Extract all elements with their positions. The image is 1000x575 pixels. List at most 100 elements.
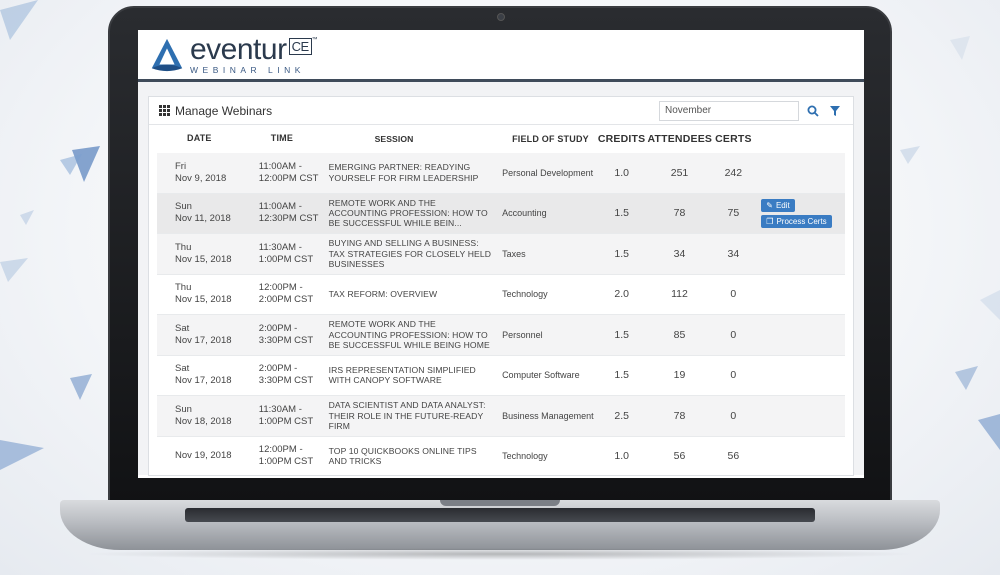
month-filter-input[interactable] bbox=[659, 100, 799, 121]
logo-badge: CE bbox=[288, 37, 312, 55]
attendees-cell: 78 bbox=[673, 409, 686, 422]
date-label: Nov 17, 2018 bbox=[175, 375, 232, 387]
webinars-table: DATE TIME SESSION FIELD OF STUDY CREDITS… bbox=[149, 125, 853, 476]
certs-cell: 34 bbox=[727, 247, 740, 260]
process-certs-button[interactable]: ❐ Process Certs bbox=[761, 214, 832, 228]
credits-cell: 1.5 bbox=[614, 247, 629, 260]
day-label: Fri bbox=[175, 160, 187, 172]
date-cell: Thu Nov 15, 2018 bbox=[157, 282, 243, 306]
attendees-cell: 56 bbox=[673, 450, 686, 463]
session-cell: Remote Work and the Accounting Professio… bbox=[328, 197, 488, 229]
manage-webinars-panel: Manage Webinars DATE TIME SESSION bbox=[148, 96, 854, 476]
day-label: Sat bbox=[175, 322, 190, 334]
time-cell: 2:00PM - 3:30PM CST bbox=[258, 363, 314, 387]
attendees-cell: 78 bbox=[673, 207, 686, 220]
table-row[interactable]: Sun Nov 11, 2018 11:00AM - 12:30PM CST Re… bbox=[157, 193, 845, 234]
table-row[interactable]: Sat Nov 17, 2018 2:00PM - 3:30PM CST Remo… bbox=[157, 315, 845, 356]
certs-cell: 0 bbox=[730, 369, 737, 382]
certs-cell: 0 bbox=[730, 328, 737, 341]
table-row[interactable]: Sat Nov 17, 2018 2:00PM - 3:30PM CST IRS … bbox=[157, 356, 845, 396]
field-cell: Personnel bbox=[502, 329, 543, 340]
day-label: Sun bbox=[175, 201, 192, 213]
grid-icon bbox=[159, 105, 170, 116]
time-cell: 11:30AM - 1:00PM CST bbox=[258, 403, 314, 427]
time-cell: 11:30AM - 1:00PM CST bbox=[258, 241, 314, 265]
attendees-cell: 112 bbox=[671, 288, 688, 301]
field-cell: Computer Software bbox=[502, 370, 580, 381]
date-label: Nov 17, 2018 bbox=[175, 334, 232, 346]
header-time[interactable]: TIME bbox=[243, 133, 319, 144]
header-date[interactable]: DATE bbox=[157, 133, 243, 144]
table-row[interactable]: Thu Nov 15, 2018 11:30AM - 1:00PM CST Buy… bbox=[157, 234, 845, 275]
copy-icon: ❐ bbox=[766, 216, 774, 226]
credits-cell: 1.0 bbox=[614, 166, 629, 179]
time-cell: 11:00AM - 12:30PM CST bbox=[258, 201, 319, 225]
date-label: Nov 15, 2018 bbox=[175, 253, 232, 265]
credits-cell: 2.5 bbox=[614, 409, 629, 422]
credits-cell: 1.5 bbox=[614, 369, 629, 382]
field-cell: Personal Development bbox=[502, 167, 594, 178]
session-cell: Emerging Partner: Readying Yourself for … bbox=[328, 162, 479, 183]
date-label: Nov 18, 2018 bbox=[175, 415, 232, 427]
day-label: Thu bbox=[175, 241, 192, 253]
panel-title: Manage Webinars bbox=[175, 103, 273, 118]
laptop-hinge bbox=[440, 500, 560, 506]
date-cell: Nov 19, 2018 bbox=[157, 450, 243, 462]
field-cell: Business Management bbox=[502, 410, 594, 421]
credits-cell: 1.5 bbox=[614, 207, 629, 220]
webcam-icon bbox=[497, 13, 505, 21]
header-session[interactable]: SESSION bbox=[319, 134, 497, 144]
date-cell: Sun Nov 18, 2018 bbox=[157, 404, 243, 428]
date-label: Nov 9, 2018 bbox=[175, 172, 227, 184]
certs-cell: 0 bbox=[730, 409, 737, 422]
header-attendees[interactable]: ATTENDEES bbox=[648, 133, 712, 145]
eventur-logo-icon[interactable] bbox=[148, 36, 186, 74]
filter-group bbox=[659, 100, 843, 121]
field-cell: Technology bbox=[502, 289, 548, 300]
certs-cell: 0 bbox=[730, 288, 737, 301]
day-label: Thu bbox=[175, 282, 192, 294]
logo-trademark: ™ bbox=[311, 36, 318, 43]
laptop-screen: eventur CE ™ WEBINAR LINK Manage Webinar… bbox=[138, 30, 864, 478]
logo-word: eventur bbox=[190, 32, 287, 66]
session-cell: Remote Work and the Accounting Professio… bbox=[328, 319, 490, 350]
date-cell: Sun Nov 11, 2018 bbox=[157, 201, 243, 225]
table-row[interactable]: Thu Nov 15, 2018 12:00PM - 2:00PM CST Tax… bbox=[157, 275, 845, 315]
day-label: Sat bbox=[175, 363, 190, 375]
attendees-cell: 34 bbox=[673, 247, 686, 260]
time-cell: 11:00AM - 12:00PM CST bbox=[258, 160, 319, 184]
laptop-shadow bbox=[80, 548, 920, 560]
attendees-cell: 251 bbox=[670, 166, 689, 179]
logo-text: eventur CE ™ WEBINAR LINK bbox=[190, 32, 318, 75]
search-icon[interactable] bbox=[805, 103, 821, 119]
header-credits[interactable]: CREDITS bbox=[596, 133, 648, 145]
logo-subtitle: WEBINAR LINK bbox=[190, 64, 305, 75]
field-cell: Taxes bbox=[502, 248, 526, 259]
app-header: eventur CE ™ WEBINAR LINK bbox=[138, 30, 864, 82]
header-field-of-study[interactable]: FIELD OF STUDY bbox=[496, 134, 596, 144]
date-cell: Thu Nov 15, 2018 bbox=[157, 242, 243, 266]
edit-button-label: Edit bbox=[775, 200, 790, 210]
session-cell: Tax Reform: Overview bbox=[328, 289, 438, 300]
table-row[interactable]: Nov 19, 2018 12:00PM - 1:00PM CST Top 10… bbox=[157, 437, 845, 476]
credits-cell: 2.0 bbox=[614, 288, 629, 301]
date-cell: Sat Nov 17, 2018 bbox=[157, 363, 243, 387]
edit-button[interactable]: ✎ Edit bbox=[761, 198, 795, 212]
time-cell: 12:00PM - 1:00PM CST bbox=[258, 444, 314, 468]
session-cell: Top 10 QuickBooks Online Tips and Tricks bbox=[328, 445, 477, 467]
actions-cell: ✎ Edit ❐ Process Certs bbox=[755, 198, 845, 228]
date-cell: Sat Nov 17, 2018 bbox=[157, 323, 243, 347]
day-label: Sun bbox=[175, 403, 192, 415]
filter-icon[interactable] bbox=[827, 103, 843, 119]
table-row[interactable]: Fri Nov 9, 2018 11:00AM - 12:00PM CST Eme… bbox=[157, 153, 845, 194]
attendees-cell: 85 bbox=[673, 328, 686, 341]
date-label: Nov 19, 2018 bbox=[175, 450, 232, 462]
table-header-row: DATE TIME SESSION FIELD OF STUDY CREDITS… bbox=[157, 125, 845, 153]
panel-header: Manage Webinars bbox=[149, 97, 853, 125]
app-body: Manage Webinars DATE TIME SESSION bbox=[138, 82, 864, 476]
field-cell: Technology bbox=[502, 451, 548, 462]
session-cell: Buying and Selling a Business: Tax Strat… bbox=[328, 238, 492, 269]
table-row[interactable]: Sun Nov 18, 2018 11:30AM - 1:00PM CST Dat… bbox=[157, 396, 845, 437]
header-certs[interactable]: CERTS bbox=[712, 133, 756, 145]
panel-title-group: Manage Webinars bbox=[159, 104, 272, 118]
